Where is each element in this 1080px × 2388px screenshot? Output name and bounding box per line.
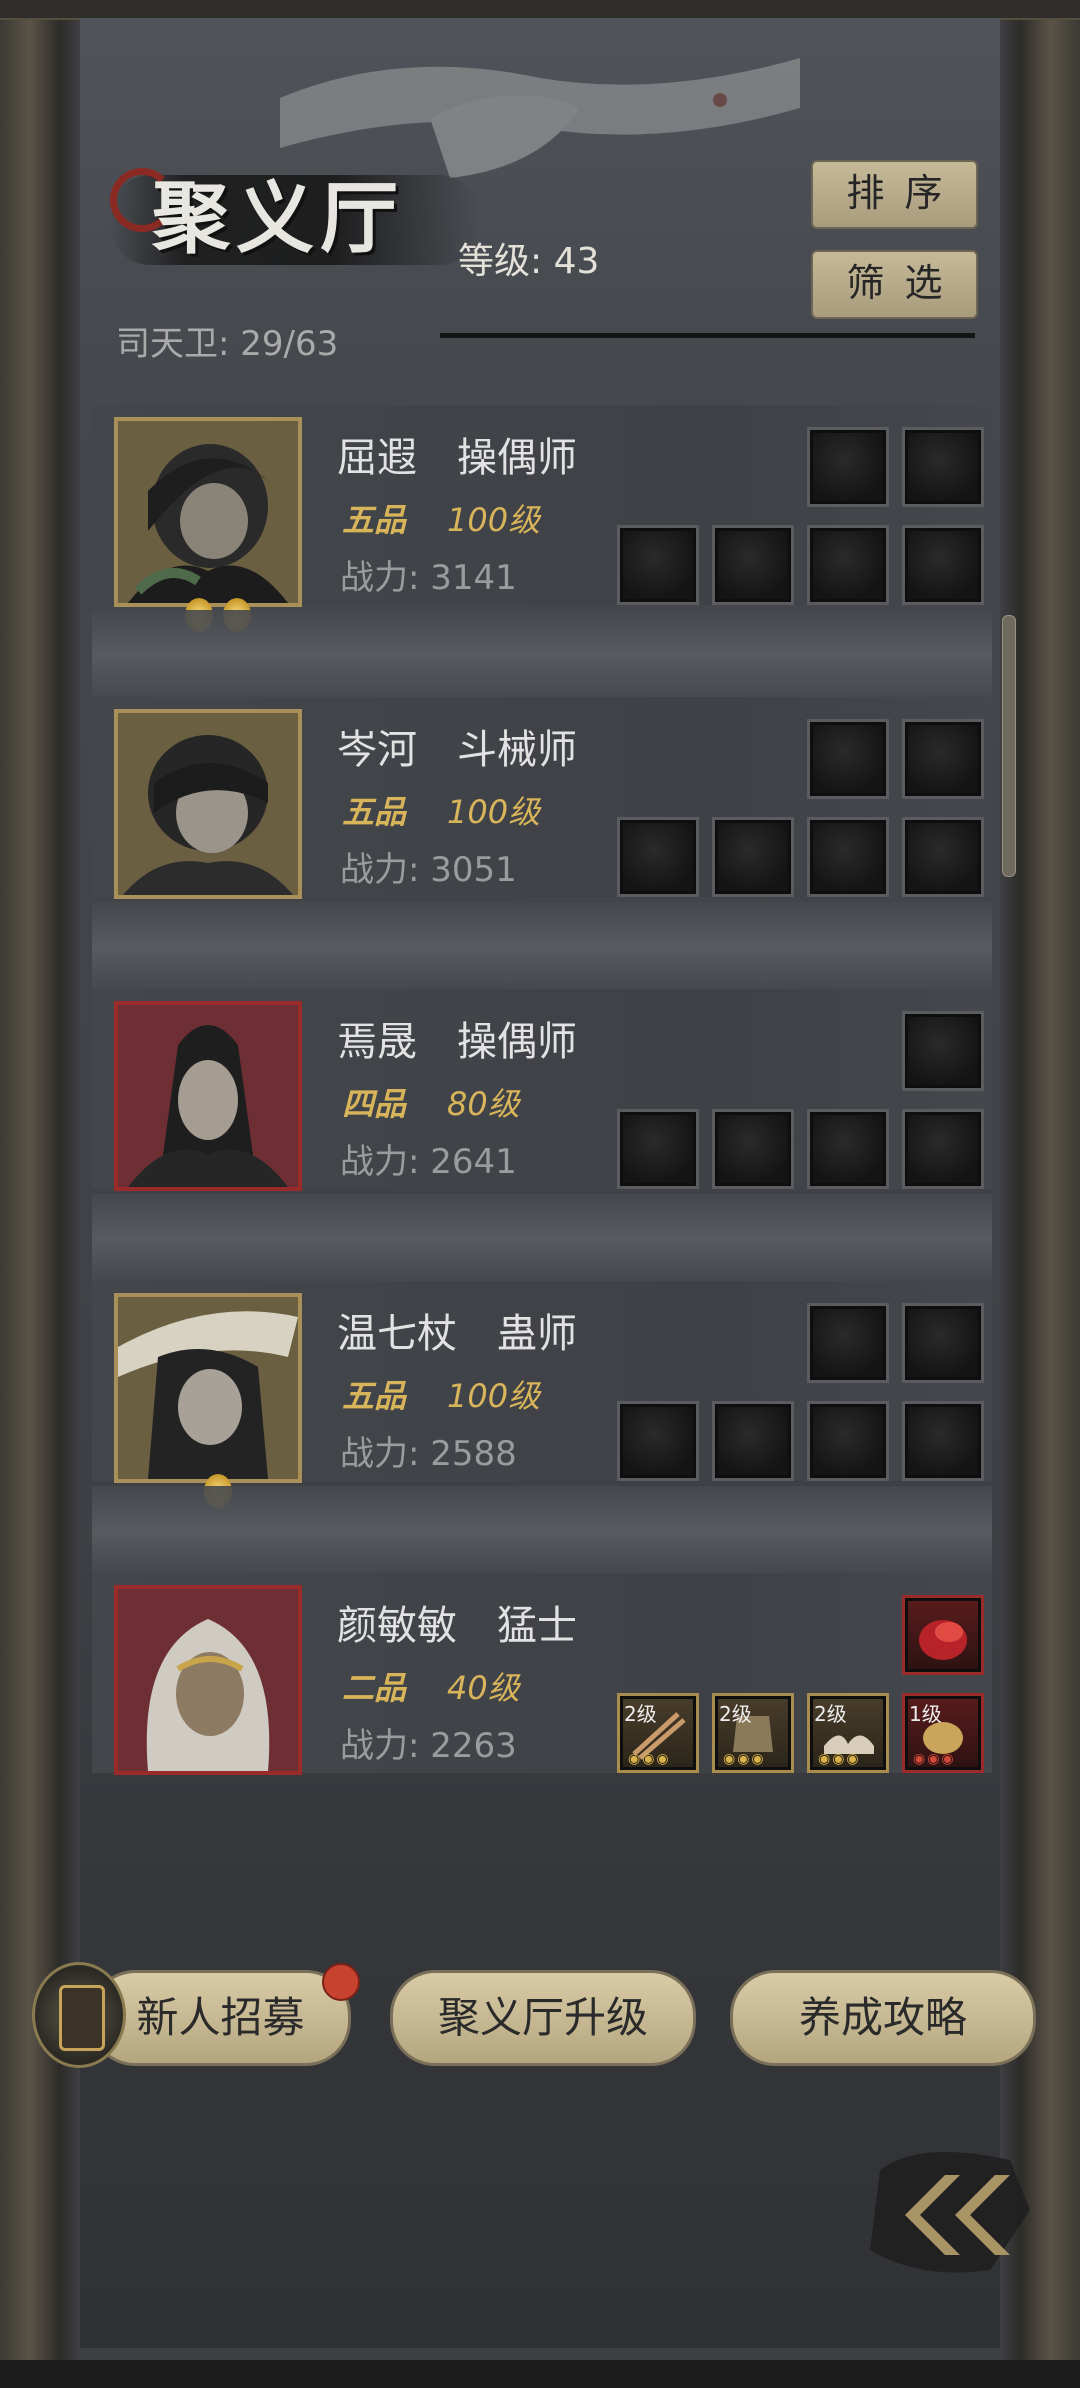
equipment-slot-empty[interactable] [902,427,984,507]
gear-level: 2级 [719,1702,752,1726]
hero-power: 战力: 2263 [340,1726,517,1766]
equipment-slot-empty[interactable] [807,1401,889,1481]
hero-rank: 四品 [342,1085,407,1123]
equipment-slot-weapon[interactable]: 2级 ◉◉◉ [617,1693,699,1773]
hall-level: 等级: 43 [458,241,600,282]
hero-rank: 五品 [342,1377,407,1415]
guard-count: 司天卫: 29/63 [116,324,339,364]
equipment-slot-empty[interactable] [617,1401,699,1481]
equipment-slot-empty[interactable] [807,719,889,799]
equipment-slot-empty[interactable] [902,719,984,799]
hero-rank: 五品 [342,501,407,539]
star-rating-icon: ◉◉◉ [913,1751,956,1767]
equipment-slot-empty[interactable] [807,525,889,605]
gear-level: 1级 [909,1702,942,1726]
equipment-slot-empty[interactable] [807,817,889,897]
star-rating-icon: ◉◉◉ [628,1751,671,1767]
star-rating-icon: ◉◉◉ [818,1751,861,1767]
sort-button[interactable]: 排序 [811,160,978,229]
equipment-slot-empty[interactable] [617,1109,699,1189]
equipment-slot-empty[interactable] [712,1109,794,1189]
hero-name: 温七杖 蛊师 [337,1311,577,1357]
hero-level: 80级 [447,1085,520,1123]
gear-level: 2级 [814,1702,847,1726]
equipment-slot-empty[interactable] [617,817,699,897]
equipment-slot-armor[interactable]: 2级 ◉◉◉ [712,1693,794,1773]
equipment-slot-empty[interactable] [902,817,984,897]
equipment-slot-empty[interactable] [902,1303,984,1383]
red-gem-icon [919,1620,967,1660]
equipment-slot-empty[interactable] [807,1109,889,1189]
hero-power: 战力: 2588 [340,1434,517,1474]
equipment-slot-empty[interactable] [617,525,699,605]
hero-card[interactable]: 屈遐 操偶师 五品 100级 战力: 3141 [92,405,992,632]
hero-name: 颜敏敏 猛士 [337,1603,577,1649]
equipment-slot-empty[interactable] [902,1401,984,1481]
equipment-slot-boots[interactable]: 2级 ◉◉◉ [807,1693,889,1773]
equipment-slot-empty[interactable] [902,1011,984,1091]
top-border [0,0,1080,20]
double-chevron-left-icon[interactable] [860,2140,1040,2280]
card-separator [92,1194,992,1284]
card-separator [92,902,992,992]
hero-card[interactable]: 温七杖 蛊师 五品 100级 战力: 2588 [92,1281,992,1508]
hall-title: 聚义厅 [110,150,490,280]
hall-upgrade-button[interactable]: 聚义厅升级 [390,1970,696,2066]
hero-card[interactable]: 岑河 斗械师 五品 100级 战力: 3051 [92,697,992,899]
hero-card[interactable]: 颜敏敏 猛士 二品 40级 战力: 2263 2级 ◉◉◉ 2级 ◉◉◉ 2级 … [92,1573,992,1775]
hero-level: 100级 [447,793,541,831]
hero-level: 100级 [447,1377,541,1415]
equipment-slot-empty[interactable] [712,817,794,897]
guide-button[interactable]: 养成攻略 [730,1970,1036,2066]
equipment-slot-empty[interactable] [807,1303,889,1383]
divider [440,333,975,338]
equipment-slot-empty[interactable] [807,427,889,507]
page-title: 聚义厅 [152,173,405,264]
hero-name: 焉晟 操偶师 [337,1019,577,1065]
equipment-slot-empty[interactable] [712,1401,794,1481]
notification-dot [322,1963,360,2001]
equipment-slot-red-gem[interactable] [902,1595,984,1675]
recruit-button[interactable]: 新人招募 [90,1970,351,2066]
equipment-slot-empty[interactable] [712,525,794,605]
equipment-slot-empty[interactable] [902,525,984,605]
hero-portrait [114,417,302,607]
hero-level: 100级 [447,501,541,539]
hero-power: 战力: 3141 [340,558,517,598]
star-rating-icon: ◉◉◉ [723,1751,766,1767]
hero-power: 战力: 2641 [340,1142,517,1182]
hero-rank: 二品 [342,1669,407,1707]
hero-rank: 五品 [342,793,407,831]
equipment-slot-accessory[interactable]: 1级 ◉◉◉ [902,1693,984,1773]
hero-card[interactable]: 焉晟 操偶师 四品 80级 战力: 2641 [92,989,992,1191]
card-separator [92,610,992,700]
hero-portrait [114,1585,302,1775]
card-separator [92,1486,992,1576]
bottom-bar [0,2360,1080,2388]
hero-portrait [114,1001,302,1191]
gear-level: 2级 [624,1702,657,1726]
hero-power: 战力: 3051 [340,850,517,890]
hero-level: 40级 [447,1669,520,1707]
hero-name: 岑河 斗械师 [337,727,577,773]
recruit-card-icon [32,1962,126,2068]
hero-name: 屈遐 操偶师 [337,435,577,481]
scrollbar-thumb[interactable] [1002,615,1016,877]
hero-portrait [114,1293,302,1483]
hero-portrait [114,709,302,899]
filter-button[interactable]: 筛选 [811,250,978,319]
equipment-slot-empty[interactable] [902,1109,984,1189]
